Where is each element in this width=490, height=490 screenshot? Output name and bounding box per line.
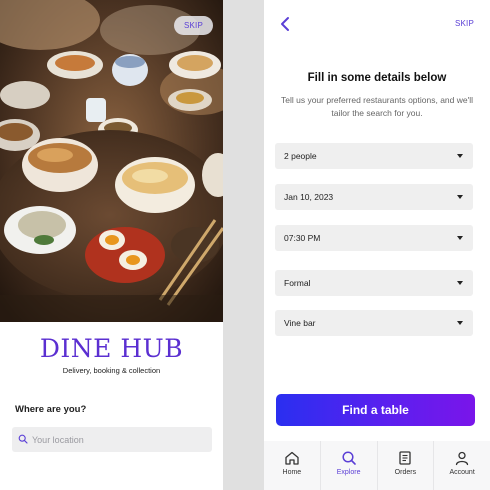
location-prompt: Where are you?: [15, 404, 87, 415]
home-icon: [285, 451, 299, 465]
location-input[interactable]: [32, 427, 207, 452]
dress-code-select[interactable]: Formal: [275, 270, 473, 296]
chevron-down-icon: [457, 154, 463, 158]
receipt-icon: [399, 451, 412, 465]
back-arrow-icon[interactable]: [278, 16, 292, 32]
chevron-down-icon: [457, 281, 463, 285]
chevron-down-icon: [457, 321, 463, 325]
find-table-button[interactable]: Find a table: [276, 394, 475, 426]
tab-label: Home: [282, 469, 302, 476]
skip-button[interactable]: SKIP: [455, 19, 474, 28]
chevron-down-icon: [457, 236, 463, 240]
user-icon: [455, 451, 469, 466]
food-hero-image: SKIP: [0, 0, 223, 322]
location-search-field[interactable]: [12, 427, 212, 452]
brand-tagline: Delivery, booking & collection: [62, 366, 161, 375]
search-icon: [342, 451, 356, 465]
booking-details-screen: SKIP Fill in some details below Tell us …: [264, 0, 490, 490]
tab-home[interactable]: Home: [264, 441, 321, 490]
tab-label: Explore: [336, 469, 361, 476]
venue-type-select[interactable]: Vine bar: [275, 310, 473, 336]
party-size-value: 2 people: [284, 151, 317, 161]
page-subtitle: Tell us your preferred restaurants optio…: [280, 95, 474, 118]
onboarding-location-screen: SKIP DINE HUB Delivery, booking & collec…: [0, 0, 223, 490]
skip-button[interactable]: SKIP: [173, 16, 213, 35]
time-select[interactable]: 07:30 PM: [275, 225, 473, 251]
chevron-down-icon: [457, 195, 463, 199]
tab-orders[interactable]: Orders: [378, 441, 435, 490]
time-value: 07:30 PM: [284, 233, 321, 243]
dress-code-value: Formal: [284, 278, 311, 288]
page-title: Fill in some details below: [307, 72, 447, 84]
tab-label: Account: [449, 469, 475, 476]
party-size-select[interactable]: 2 people: [275, 143, 473, 169]
search-icon: [18, 434, 28, 444]
tab-label: Orders: [394, 469, 417, 476]
date-select[interactable]: Jan 10, 2023: [275, 184, 473, 210]
tab-explore[interactable]: Explore: [321, 441, 378, 490]
venue-type-value: Vine bar: [284, 318, 316, 328]
bottom-tab-bar: Home Explore Orders Account: [264, 441, 490, 490]
brand-logo: DINE HUB: [39, 334, 184, 363]
date-value: Jan 10, 2023: [284, 192, 334, 202]
tab-account[interactable]: Account: [434, 441, 490, 490]
